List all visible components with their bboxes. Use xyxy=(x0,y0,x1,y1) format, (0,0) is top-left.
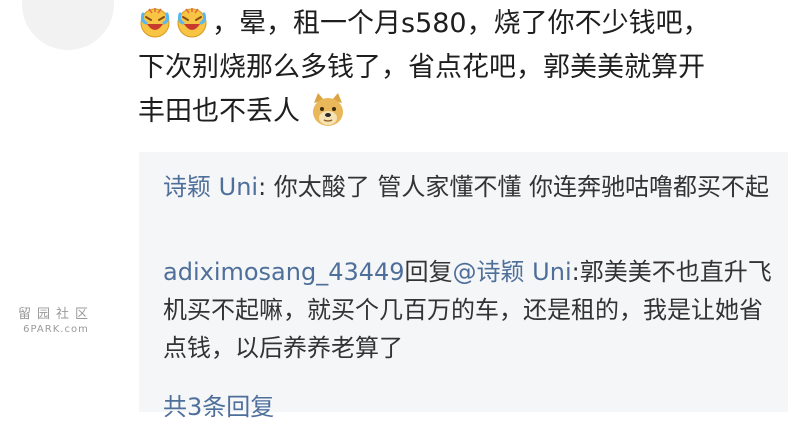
watermark-en: 6PARK.com xyxy=(23,324,89,335)
reply-word: 回复 xyxy=(404,258,453,286)
reply-username[interactable]: 诗颖 Uni xyxy=(163,173,258,201)
reply-separator: : xyxy=(258,173,274,201)
laughing-cry-face-icon xyxy=(175,5,209,39)
watermark: 留园社区 6PARK.com xyxy=(6,307,106,337)
reply-item: 诗颖 Uni: 你太酸了 管人家懂不懂 你连奔驰咕噜都买不起 xyxy=(163,168,773,206)
comment-body: ，晕，租一个月s580，烧了你不少钱吧， 下次别烧那么多钱了，省点花吧，郭美美就… xyxy=(138,2,778,134)
reply-item: adiximosang_43449回复@诗颖 Uni:郭美美不也直升飞机买不起嘛… xyxy=(163,253,773,367)
comment-text-line3: 丰田也不丢人 xyxy=(138,96,300,127)
reply-thread: 诗颖 Uni: 你太酸了 管人家懂不懂 你连奔驰咕噜都买不起 adiximosa… xyxy=(139,152,788,421)
reply-text: 你太酸了 管人家懂不懂 你连奔驰咕噜都买不起 xyxy=(273,173,770,201)
comment-text-line2: 下次别烧那么多钱了，省点花吧，郭美美就算开 xyxy=(138,52,705,83)
comment-text-line1: ，晕，租一个月s580，烧了你不少钱吧， xyxy=(212,8,710,39)
more-replies-link[interactable]: 共3条回复 xyxy=(163,388,274,426)
user-avatar[interactable] xyxy=(22,0,114,50)
reply-separator: : xyxy=(571,258,580,286)
reply-username[interactable]: adiximosang_43449 xyxy=(163,258,405,286)
laughing-cry-face-icon xyxy=(138,5,172,39)
doge-face-icon xyxy=(309,91,347,129)
reply-mention[interactable]: @诗颖 Uni xyxy=(453,258,572,286)
watermark-cn: 留园社区 xyxy=(17,307,94,322)
